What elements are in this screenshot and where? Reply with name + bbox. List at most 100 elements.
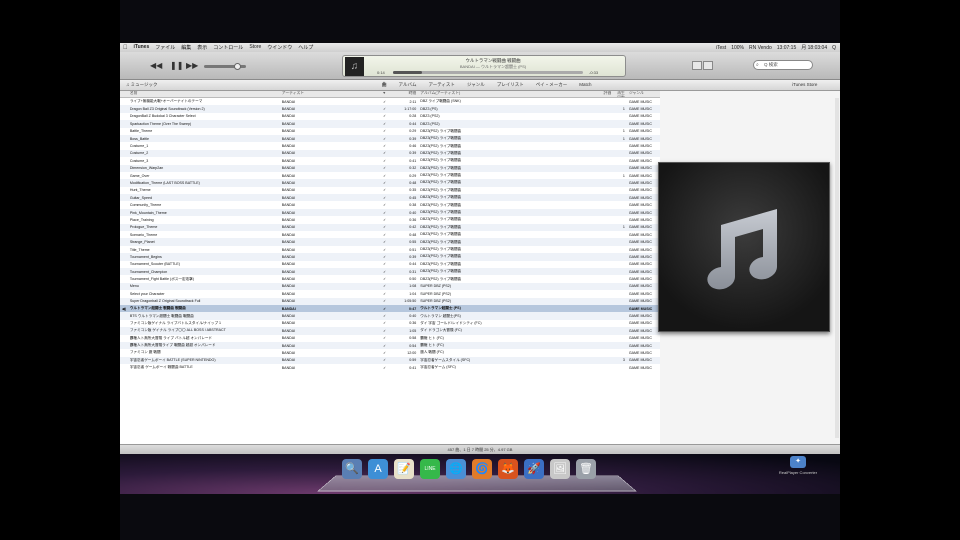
volume-slider[interactable] [204,63,246,70]
tab-2[interactable]: アーティスト [428,82,454,88]
status-item[interactable]: RN Vendo [749,45,772,51]
progress-bar[interactable] [393,71,583,74]
table-row[interactable]: ◀) ウルトラマン超闘士 戦闘曲 戦闘曲 BANDAI ✓ 0:47 ウルトラマン超闘士 … [120,304,660,313]
status-item[interactable]: 13:07:15 [777,45,796,51]
table-row[interactable]: Tournament_Begins BANDAI ✓ 0:39 DBZ3(PS2) ライ… [120,253,660,261]
vertical-scrollbar[interactable] [835,98,839,438]
table-row[interactable]: Tournament_Scouter (BATTLE) BANDAI ✓ 0:44 DB… [120,261,660,268]
table-row[interactable]: BTS ウルトラマン超闘士 戦闘曲 戦闘曲 BANDAI ✓ 0:40 ウルトラマン 超… [120,312,660,320]
table-row[interactable]: Tournament_Champion BANDAI ✓ 0:31 DBZ3(PS2) … [120,267,660,276]
table-row[interactable]: Place_Training BANDAI ✓ 0:36 DBZ3(PS2) ライブ戦闘… [120,216,660,223]
pause-button[interactable]: ❚❚ [170,61,183,70]
table-row[interactable]: ライブ+無機能大戦+オーバーナイトのテーマ BANDAI ✓ 2:11 DBZ ライブ戦… [120,98,660,105]
status-item[interactable]: iTest [716,45,726,51]
dock-app-icon[interactable]: 🗑 [576,459,596,479]
table-row[interactable]: Boss_Battle BANDAI ✓ 0:39 DBZ3(PS2) ライブ戦闘曲 1 G… [120,134,660,143]
table-row[interactable]: Strange_Planet BANDAI ✓ 0:55 DBZ3(PS2) ライブ戦闘… [120,238,660,246]
column-header-cell[interactable]: 時間 [395,91,418,97]
table-cell: DBZ3(PS2) ライブ戦闘曲 [420,254,462,259]
dock-app-icon[interactable]: 🔍 [342,459,362,479]
menu-item[interactable]: ファイル [155,44,175,51]
table-row[interactable]: Select your Character BANDAI ✓ 1:04 SUPER DB… [120,290,660,297]
dock-app-icon[interactable]: 🦊 [498,459,518,479]
table-row[interactable]: Scenario_Theme BANDAI ✓ 0:48 DBZ3(PS2) ライブ戦闘… [120,231,660,238]
dock-app-icon[interactable]: 🌀 [472,459,492,479]
column-header-cell[interactable]: ♥ [381,91,395,97]
now-playing-artwork[interactable]: ♫ [345,57,364,76]
table-row[interactable]: Super Dragonball Z Original Soundtrack F… [120,297,660,305]
column-header-cell[interactable]: 再生回数 [613,91,627,97]
dock-app-icon[interactable]: 🚀 [524,459,544,479]
search-placeholder: Q 検索 [764,62,778,67]
realplayer-converter[interactable]: ✦ RealPlayer Converter [768,456,828,475]
table-cell: 1 [622,136,625,141]
table-row[interactable]: ファミコン版 ゲイナル ライブ〇〇 ALL BOSS / ABSTRACT BAN… [120,327,660,335]
table-row[interactable]: Game_Over BANDAI ✓ 0:29 DBZ3(PS2) ライブ戦闘曲 1 GAM… [120,172,660,179]
table-row[interactable]: ファミコン版ゲイナル ライブバトルスタイル/ナイップ 1 BANDAI ✓ 0:36 ダ… [120,320,660,327]
dock-app-icon[interactable]: A [368,459,388,479]
table-row[interactable]: DragonBall Z Budokai 3 Character Select B… [120,113,660,120]
table-row[interactable]: Guitar_Speed BANDAI ✓ 0:45 DBZ3(PS2) ライブ戦闘曲 G… [120,194,660,202]
table-row[interactable]: 宇宙忍者 ゲームボーイ 戦闘曲 BATTLE BANDAI ✓ 0:41 宇宙忍者ゲーム… [120,364,660,371]
column-header-cell[interactable]: 名前 [128,91,280,97]
tab-5[interactable]: ペイ・メーカー [536,82,568,88]
table-cell: 0:39 [409,151,417,156]
table-row[interactable]: 覇権人ト無所大冒険 ライブ バトル超 オンパレード BANDAI ✓ 0:58 覇権 ヒ… [120,335,660,342]
column-header-cell[interactable]: アーティスト [280,91,381,97]
itunes-store-button[interactable]: iTunes Store [792,82,817,87]
menu-item[interactable]: 表示 [197,44,207,51]
menu-item[interactable]: Store [249,44,261,51]
table-row[interactable]: Dimension_Warp2an BANDAI ✓ 0:32 DBZ3(PS2) ライ… [120,164,660,172]
menu-item[interactable]: ヘルプ [298,44,313,51]
table-row[interactable]: Community_Theme BANDAI ✓ 0:38 DBZ3(PS2) ライブ戦… [120,201,660,208]
table-row[interactable]: Dragon Ball Z3 Original Soundtrack (Vers… [120,105,660,113]
search-field[interactable]: ⌕ Q 検索 [753,60,813,70]
table-cell: Tournament_Fight Battle (ボス一定攻撃) [129,276,194,281]
list-view-button[interactable] [692,61,702,70]
table-row[interactable]: 宇宙忍者ゲームボーイ BATTLE (SUPER NINTENDO) BANDAI… [120,356,660,365]
grid-view-button[interactable] [703,61,713,70]
dock-app-icon[interactable]: 🌐 [446,459,466,479]
table-row[interactable]: Costume_2 BANDAI ✓ 0:39 DBZ3(PS2) ライブ戦闘曲 GAME… [120,149,660,158]
table-row[interactable]: Modification_Theme (LAST BOSS BATTLE) BAN… [120,179,660,187]
table-row[interactable]: Sparkaction Theme (Over The Sweep) BANDAI… [120,120,660,128]
column-header-cell[interactable]: アルバム(アーティスト) [418,91,599,97]
dock-app-icon[interactable]: 🖼 [550,459,570,479]
table-row[interactable]: Prologue_Theme BANDAI ✓ 0:42 DBZ3(PS2) ライブ戦闘… [120,223,660,232]
table-row[interactable]: Tournament_Fight Battle (ボス一定攻撃) BANDAI ✓ 0… [120,275,660,282]
table-row[interactable]: Menu BANDAI ✓ 1:08 SUPER DBZ (PS2) GAME MUSIC [120,282,660,291]
table-row[interactable]: Battle_Theme BANDAI ✓ 0:29 DBZ3(PS2) ライブ戦闘曲 1… [120,128,660,135]
table-row[interactable]: ファミコン 魔 戦闘 BANDAI ✓ 12:00 魔人 戦闘 (FC) GAME MUS… [120,349,660,356]
next-button[interactable]: ▶▶ [186,61,198,70]
table-row[interactable]: 覇権人ト無所大冒険ライブ 戦闘曲 超越 オンパレード BANDAI ✓ 0:54 覇権 … [120,341,660,350]
tab-4[interactable]: プレイリスト [497,82,524,88]
table-row[interactable]: Costume_1 BANDAI ✓ 0:46 DBZ3(PS2) ライブ戦闘曲 GAME… [120,142,660,149]
table-row[interactable]: Costume_3 BANDAI ✓ 0:41 DBZ3(PS2) ライブ戦闘曲 GAME… [120,157,660,164]
column-header-cell[interactable]: 評価 [599,91,613,97]
previous-button[interactable]: ◀◀ [150,61,162,70]
tab-3[interactable]: ジャンル [467,82,485,88]
table-row[interactable]: Hunt_Theme BANDAI ✓ 0:35 DBZ3(PS2) ライブ戦闘曲 GAM… [120,187,660,194]
table-row[interactable]: Title_Theme BANDAI ✓ 0:51 DBZ3(PS2) ライブ戦闘曲 GA… [120,246,660,253]
dock-app-icon[interactable]: 📝 [394,459,414,479]
album-artwork[interactable] [658,162,830,332]
apple-icon[interactable]:  [123,45,128,51]
status-item[interactable]: Q [832,45,836,51]
source-selector[interactable]: ♫ ミュージック [126,82,158,88]
table-row[interactable]: Pink_Mountain_Theme BANDAI ✓ 0:40 DBZ3(PS2) … [120,208,660,217]
menu-item[interactable]: ウインドウ [267,44,292,51]
menu-item[interactable]: コントロール [213,44,243,51]
status-item[interactable]: 100% [731,45,744,51]
menu-item[interactable]: 編集 [181,44,191,51]
column-header-cell[interactable]: ジャンル [627,91,660,97]
tab-6[interactable]: Match [579,82,591,88]
status-item[interactable]: 月 18:03:04 [801,44,827,51]
volume-knob[interactable] [234,63,241,70]
dock-app-icon[interactable]: LINE [420,459,440,479]
tab-1[interactable]: アルバム [399,82,417,88]
tab-0[interactable]: 曲 [382,82,387,88]
table-cell: DBZ ライブ戦闘曲 (SNK) [420,99,461,104]
menu-item[interactable]: iTunes [134,44,150,51]
column-header-cell[interactable] [120,91,128,97]
table-cell: DBZ3(PS2) ライブ戦闘曲 [420,269,462,274]
